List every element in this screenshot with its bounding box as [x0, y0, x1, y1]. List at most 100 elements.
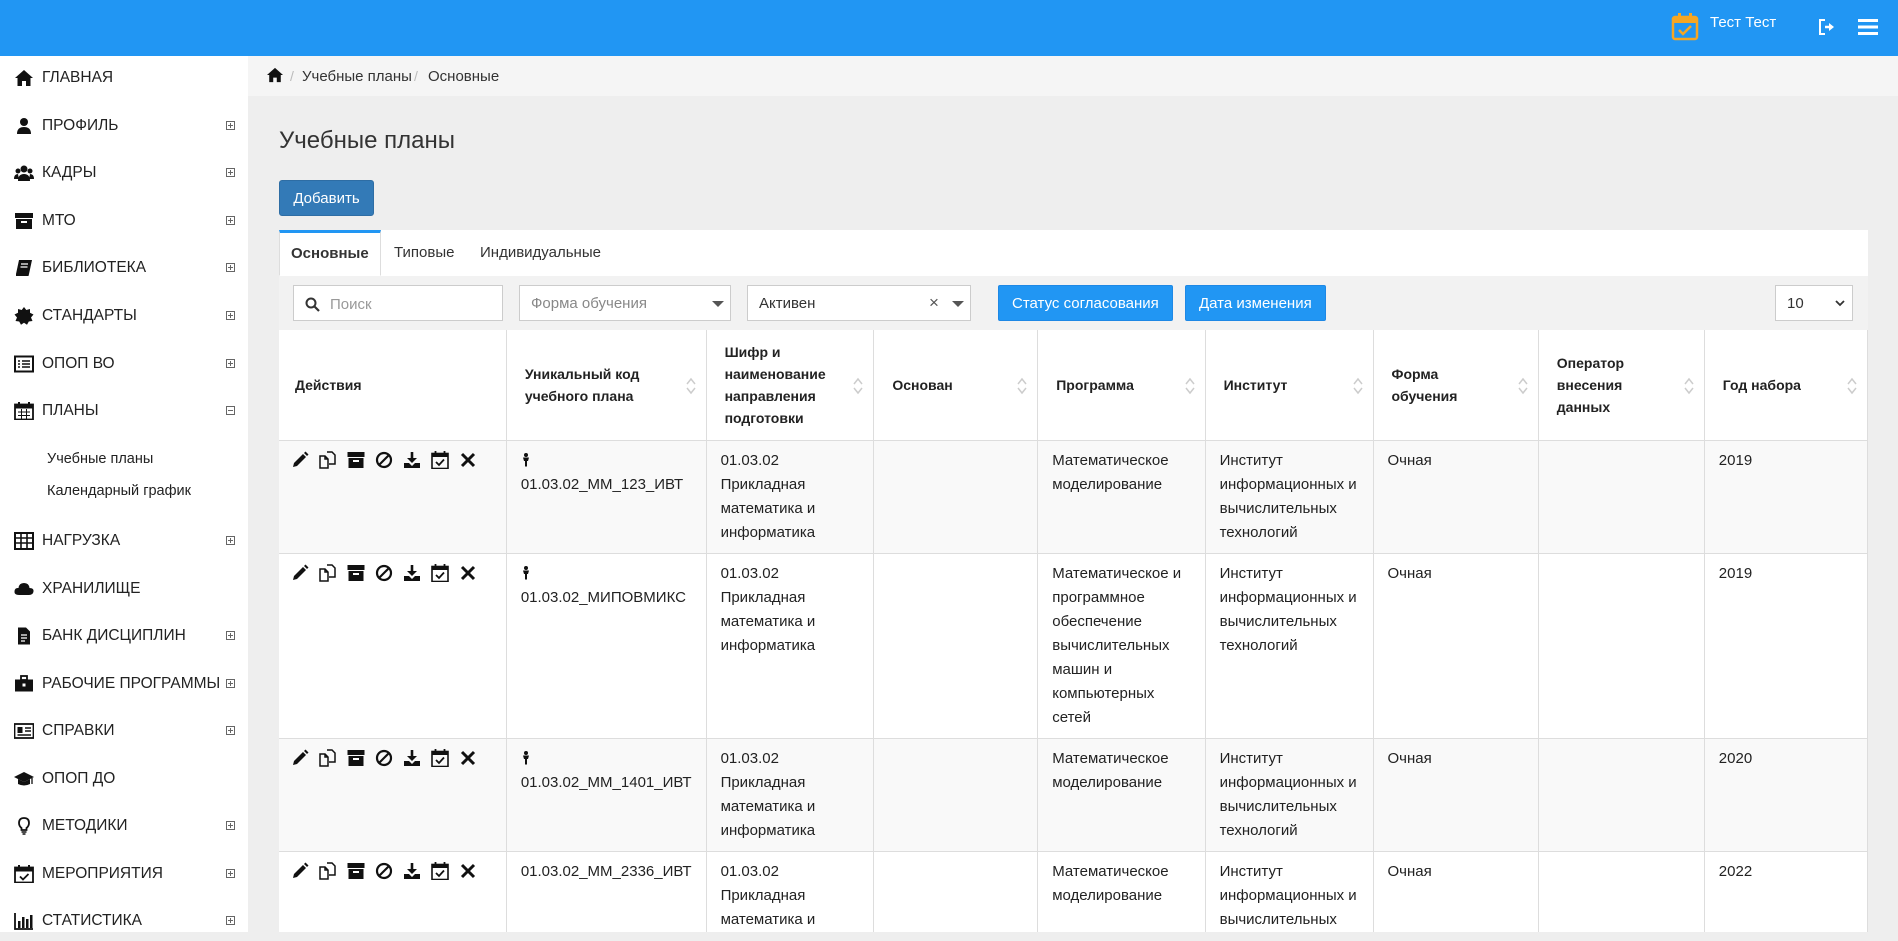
cell-code[interactable]: 01.03.02_ММ_1401_ИВТ [506, 738, 707, 852]
expand-icon[interactable] [226, 311, 235, 320]
edit-icon[interactable] [291, 451, 309, 469]
expand-icon[interactable] [226, 679, 235, 688]
tab-main[interactable]: Основные [279, 230, 381, 276]
sidebar-item-opop-do[interactable]: ОПОП ДО [0, 759, 248, 799]
approval-status-button[interactable]: Статус согласования [998, 285, 1173, 321]
expand-icon[interactable] [226, 536, 235, 545]
hamburger-menu-icon[interactable] [1858, 18, 1878, 36]
sidebar-item-label: ПЛАНЫ [42, 402, 99, 419]
calendar-check-icon[interactable] [431, 861, 449, 880]
block-icon[interactable] [375, 564, 393, 582]
clear-icon[interactable]: × [929, 293, 939, 313]
status-select[interactable]: Активен × [747, 285, 971, 321]
calendar-check-icon[interactable] [431, 748, 449, 767]
sidebar-item-mto[interactable]: МТО [0, 201, 248, 241]
sidebar-item-events[interactable]: МЕРОПРИЯТИЯ [0, 854, 248, 894]
expand-icon[interactable] [226, 869, 235, 878]
delete-icon[interactable] [459, 862, 477, 880]
sort-icon[interactable] [1352, 377, 1363, 395]
block-icon[interactable] [375, 862, 393, 880]
column-header-code[interactable]: Уникальный код учебного плана [506, 330, 707, 441]
expand-icon[interactable] [226, 216, 235, 225]
collapse-icon[interactable] [226, 406, 235, 415]
sort-icon[interactable] [1518, 377, 1528, 395]
archive-icon[interactable] [347, 862, 365, 880]
archive-icon[interactable] [347, 451, 365, 469]
calendar-check-icon[interactable] [431, 563, 449, 582]
change-date-button[interactable]: Дата изменения [1185, 285, 1326, 321]
copy-icon[interactable] [319, 563, 337, 582]
cell-code[interactable]: 01.03.02_ММ_123_ИВТ [506, 440, 707, 554]
sidebar-item-work-programs[interactable]: РАБОЧИЕ ПРОГРАММЫ [0, 664, 248, 704]
column-header-education-form[interactable]: Форма обучения [1373, 330, 1539, 441]
breadcrumb-link-curricula[interactable]: Учебные планы [302, 68, 412, 85]
expand-icon[interactable] [226, 168, 235, 177]
sort-icon[interactable] [1017, 377, 1027, 395]
sidebar-item-opop-vo[interactable]: ОПОП ВО [0, 344, 248, 384]
column-header-program[interactable]: Программа [1037, 330, 1206, 441]
sidebar-item-storage[interactable]: ХРАНИЛИЩЕ [0, 569, 248, 609]
sidebar-item-methods[interactable]: МЕТОДИКИ [0, 806, 248, 846]
sort-icon[interactable] [1185, 377, 1195, 395]
expand-icon[interactable] [226, 916, 235, 925]
expand-icon[interactable] [226, 631, 235, 640]
edit-icon[interactable] [291, 749, 309, 767]
sidebar-subitem-calendar-schedule[interactable]: Календарный график [47, 483, 191, 499]
tab-individual[interactable]: Индивидуальные [480, 244, 601, 261]
block-icon[interactable] [375, 749, 393, 767]
column-header-institute[interactable]: Институт [1205, 330, 1374, 441]
page-size-select[interactable]: 10 [1775, 285, 1853, 321]
sort-icon[interactable] [1847, 377, 1857, 395]
expand-icon[interactable] [226, 821, 235, 830]
download-icon[interactable] [403, 564, 421, 582]
add-button[interactable]: Добавить [279, 180, 374, 216]
cell-code[interactable]: 01.03.02_ММ_2336_ИВТ [506, 851, 707, 932]
copy-icon[interactable] [319, 450, 337, 469]
logout-icon[interactable] [1818, 18, 1836, 36]
sidebar-subitem-curricula[interactable]: Учебные планы [47, 451, 153, 467]
tab-typical[interactable]: Типовые [394, 244, 454, 261]
sidebar-item-workload[interactable]: НАГРУЗКА [0, 521, 248, 561]
edit-icon[interactable] [291, 564, 309, 582]
education-form-select[interactable]: Форма обучения [519, 285, 731, 321]
calendar-check-icon[interactable] [1670, 12, 1700, 42]
delete-icon[interactable] [459, 451, 477, 469]
column-header-operator[interactable]: Оператор внесения данных [1538, 330, 1705, 441]
sort-icon[interactable] [685, 377, 696, 395]
sidebar-item-standards[interactable]: СТАНДАРТЫ [0, 296, 248, 336]
download-icon[interactable] [403, 749, 421, 767]
expand-icon[interactable] [226, 121, 235, 130]
column-header-intake-year[interactable]: Год набора [1704, 330, 1868, 441]
sidebar-item-profile[interactable]: ПРОФИЛЬ [0, 106, 248, 146]
archive-icon[interactable] [347, 749, 365, 767]
sort-icon[interactable] [1684, 377, 1694, 395]
sidebar-item-library[interactable]: БИБЛИОТЕКА [0, 248, 248, 288]
delete-icon[interactable] [459, 564, 477, 582]
edit-icon[interactable] [291, 862, 309, 880]
copy-icon[interactable] [319, 748, 337, 767]
search-input[interactable] [328, 292, 500, 316]
sort-icon[interactable] [853, 377, 863, 395]
sidebar-item-discipline-bank[interactable]: БАНК ДИСЦИПЛИН [0, 616, 248, 656]
copy-icon[interactable] [319, 861, 337, 880]
user-name[interactable]: Тест Тест [1710, 14, 1776, 31]
expand-icon[interactable] [226, 263, 235, 272]
delete-icon[interactable] [459, 749, 477, 767]
expand-icon[interactable] [226, 359, 235, 368]
sidebar-item-certificates[interactable]: СПРАВКИ [0, 711, 248, 751]
archive-icon[interactable] [347, 564, 365, 582]
download-icon[interactable] [403, 862, 421, 880]
calendar-check-icon[interactable] [431, 450, 449, 469]
sidebar-item-staff[interactable]: КАДРЫ [0, 153, 248, 193]
expand-icon[interactable] [226, 726, 235, 735]
column-header-direction[interactable]: Шифр и наименование направления подготов… [706, 330, 875, 441]
sidebar-item-statistics[interactable]: СТАТИСТИКА [0, 901, 248, 941]
search-box[interactable] [293, 285, 503, 321]
download-icon[interactable] [403, 451, 421, 469]
sidebar-item-plans[interactable]: ПЛАНЫ [0, 391, 248, 431]
block-icon[interactable] [375, 451, 393, 469]
home-icon[interactable] [266, 67, 284, 83]
column-header-based-on[interactable]: Основан [873, 330, 1039, 441]
cell-code[interactable]: 01.03.02_МИПОВМИКС [506, 553, 707, 739]
sidebar-item-home[interactable]: ГЛАВНАЯ [0, 58, 248, 98]
